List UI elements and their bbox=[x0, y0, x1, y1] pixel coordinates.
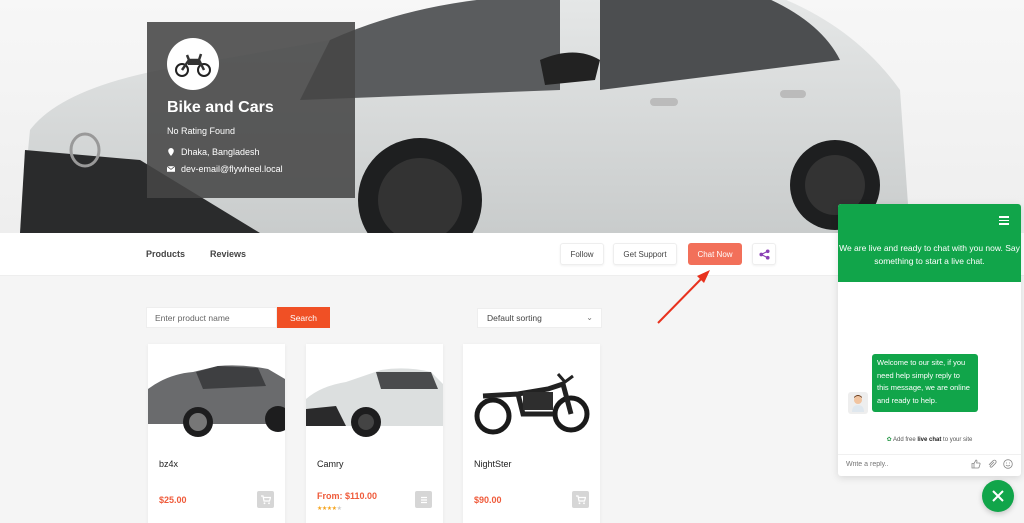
agent-person-icon bbox=[852, 395, 864, 412]
product-price: $25.00 bbox=[159, 495, 187, 505]
powered-prefix: Add free bbox=[892, 437, 918, 443]
tab-reviews[interactable]: Reviews bbox=[210, 249, 246, 259]
tab-products[interactable]: Products bbox=[146, 249, 185, 259]
live-chat-widget: We are live and ready to chat with you n… bbox=[838, 204, 1021, 476]
store-rating: No Rating Found bbox=[167, 126, 236, 136]
chat-welcome-message: Welcome to our site, if you need help si… bbox=[872, 354, 978, 412]
share-icon bbox=[758, 248, 770, 260]
chat-header: We are live and ready to chat with you n… bbox=[838, 204, 1021, 282]
agent-avatar bbox=[848, 392, 868, 414]
close-icon bbox=[992, 490, 1004, 502]
product-name[interactable]: NightSter bbox=[474, 459, 512, 469]
emoji-icon[interactable] bbox=[1003, 459, 1013, 469]
product-card[interactable]: NightSter $90.00 bbox=[463, 344, 600, 523]
store-location-text: Dhaka, Bangladesh bbox=[181, 147, 260, 157]
search-button[interactable]: Search bbox=[277, 307, 330, 328]
store-banner: Bike and Cars No Rating Found Dhaka, Ban… bbox=[0, 0, 1024, 233]
thumbs-up-icon[interactable] bbox=[971, 459, 981, 469]
follow-button[interactable]: Follow bbox=[560, 243, 604, 265]
list-icon bbox=[420, 496, 427, 503]
sorting-select[interactable]: Default sorting ⌄ bbox=[477, 308, 602, 328]
cart-icon bbox=[260, 494, 271, 504]
chat-now-button[interactable]: Chat Now bbox=[688, 243, 742, 265]
share-button[interactable] bbox=[752, 243, 776, 265]
annotation-arrow bbox=[657, 270, 710, 324]
envelope-icon bbox=[167, 165, 175, 172]
add-to-cart-button[interactable] bbox=[572, 491, 589, 508]
powered-bold: live chat bbox=[917, 437, 942, 443]
leaf-icon: ✿ bbox=[886, 437, 892, 443]
product-name[interactable]: bz4x bbox=[159, 459, 178, 469]
map-pin-icon bbox=[168, 148, 174, 156]
product-image[interactable] bbox=[148, 344, 285, 444]
motorcycle-icon bbox=[175, 53, 211, 77]
chat-menu-icon[interactable] bbox=[999, 216, 1009, 227]
chat-reply-input[interactable] bbox=[846, 461, 956, 468]
chat-messages: Welcome to our site, if you need help si… bbox=[838, 282, 1021, 432]
sorting-selected-value: Default sorting bbox=[487, 313, 542, 323]
store-location: Dhaka, Bangladesh bbox=[167, 147, 260, 157]
chat-close-button[interactable] bbox=[982, 480, 1014, 512]
product-price: From: $110.00 bbox=[317, 491, 378, 501]
chat-reply-row bbox=[838, 454, 1021, 476]
store-profile-card: Bike and Cars No Rating Found Dhaka, Ban… bbox=[147, 22, 355, 198]
product-name[interactable]: Camry bbox=[317, 459, 344, 469]
product-price: $90.00 bbox=[474, 495, 502, 505]
store-avatar bbox=[167, 38, 219, 90]
store-name: Bike and Cars bbox=[167, 99, 274, 116]
product-image[interactable] bbox=[306, 344, 443, 444]
select-options-button[interactable] bbox=[415, 491, 432, 508]
cart-icon bbox=[575, 494, 586, 504]
store-email: dev-email@flywheel.local bbox=[167, 164, 283, 174]
banner-car-image bbox=[20, 0, 910, 233]
product-search-input[interactable] bbox=[146, 307, 277, 328]
chat-header-text: We are live and ready to chat with you n… bbox=[839, 243, 1020, 266]
product-rating-stars: ★★★★★ bbox=[317, 505, 342, 512]
powered-by-link[interactable]: ✿ Add free live chat to your site bbox=[838, 436, 1021, 443]
powered-suffix: to your site bbox=[941, 437, 973, 443]
get-support-button[interactable]: Get Support bbox=[613, 243, 677, 265]
paperclip-icon[interactable] bbox=[987, 459, 997, 469]
chevron-down-icon: ⌄ bbox=[586, 313, 593, 322]
product-card[interactable]: Camry From: $110.00 ★★★★★ bbox=[306, 344, 443, 523]
store-email-text[interactable]: dev-email@flywheel.local bbox=[181, 164, 283, 174]
add-to-cart-button[interactable] bbox=[257, 491, 274, 508]
product-card[interactable]: bz4x $25.00 bbox=[148, 344, 285, 523]
star-empty-icon: ★ bbox=[336, 506, 342, 512]
product-image[interactable] bbox=[463, 344, 600, 444]
